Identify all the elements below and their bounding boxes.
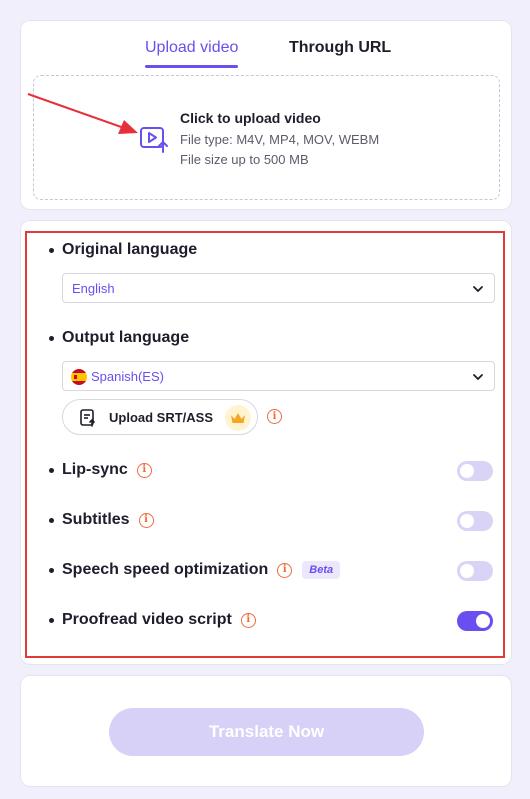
highlight-box: Original language English Output languag… [25,231,505,658]
toggle-knob [460,464,474,478]
option-lip-sync: Lip-sync i [49,461,152,479]
upload-srt-button[interactable]: Upload SRT/ASS [62,399,258,435]
action-card: Translate Now [20,675,512,787]
bullet-dot [49,617,54,623]
bullet-dot [49,335,54,341]
output-language-label: Output language [49,329,189,347]
bullet-dot [49,567,54,573]
tab-upload-video[interactable]: Upload video [145,39,239,68]
original-language-text: Original language [62,241,198,258]
settings-card: Original language English Output languag… [20,220,512,665]
output-language-text: Output language [62,329,190,346]
upload-srt-label: Upload SRT/ASS [109,410,214,425]
bullet-dot [49,247,54,253]
original-language-label: Original language [49,241,197,259]
source-tabs: Upload video Through URL [21,39,511,69]
translate-now-button[interactable]: Translate Now [109,708,424,756]
beta-badge: Beta [302,561,341,579]
subtitles-toggle[interactable] [457,511,493,531]
original-language-value: English [72,281,115,296]
chevron-down-icon [473,374,483,380]
original-language-select[interactable]: English [62,273,495,303]
info-icon[interactable]: i [136,462,152,478]
option-label: Lip-sync [62,461,128,478]
output-language-select[interactable]: Spanish(ES) [62,361,495,391]
option-label: Speech speed optimization [62,561,269,578]
upload-file-size: File size up to 500 MB [180,152,309,167]
info-icon[interactable]: i [277,562,293,578]
proofread-toggle[interactable] [457,611,493,631]
option-subtitles: Subtitles i [49,511,154,529]
speech-speed-toggle[interactable] [457,561,493,581]
chevron-down-icon [473,286,483,292]
output-language-value: Spanish(ES) [91,369,164,384]
tab-through-url[interactable]: Through URL [289,39,391,57]
upload-file-type: File type: M4V, MP4, MOV, WEBM [180,132,380,147]
option-speech-speed: Speech speed optimization i Beta [49,561,341,579]
info-icon[interactable]: i [138,512,154,528]
option-proofread: Proofread video script i [49,611,256,629]
crown-icon [225,405,251,431]
bullet-dot [49,467,54,473]
spain-flag-icon [71,369,87,385]
subtitle-file-icon [80,409,95,427]
toggle-knob [460,514,474,528]
bullet-dot [49,517,54,523]
info-icon[interactable]: i [240,612,256,628]
toggle-knob [476,614,490,628]
lip-sync-toggle[interactable] [457,461,493,481]
srt-info-icon[interactable]: i [267,409,282,424]
option-label: Subtitles [62,511,130,528]
option-label: Proofread video script [62,611,232,628]
toggle-knob [460,564,474,578]
annotation-arrow-icon [27,93,138,134]
upload-title[interactable]: Click to upload video [180,110,321,126]
